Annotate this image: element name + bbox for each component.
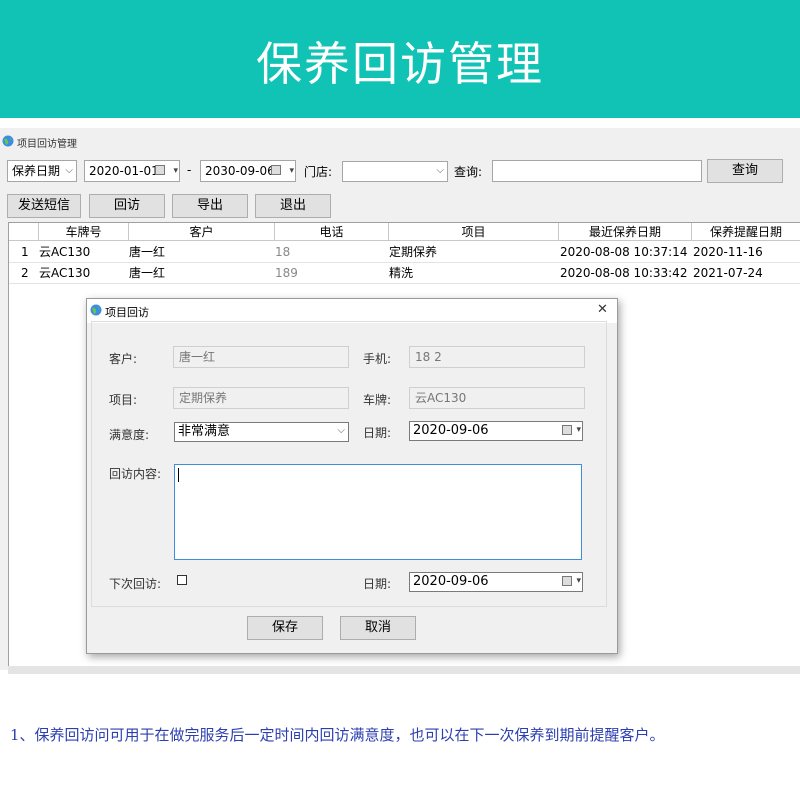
visit-button[interactable]: 回访	[89, 194, 165, 218]
chevron-down-icon: ⌵	[436, 165, 444, 176]
date-separator: -	[187, 163, 192, 177]
calendar-icon	[155, 165, 165, 175]
calendar-icon	[562, 425, 572, 435]
next-date-value: 2020-09-06	[413, 574, 489, 589]
phone-label: 手机:	[363, 352, 392, 366]
dropdown-arrow-icon: ▾	[173, 166, 178, 176]
dialog-titlebar[interactable]	[87, 299, 617, 323]
date-from-value: 2020-01-01	[89, 164, 159, 178]
calendar-icon	[562, 576, 572, 586]
date-type-value: 保养日期	[12, 164, 61, 178]
search-button[interactable]: 查询	[707, 159, 783, 183]
exit-button[interactable]: 退出	[255, 194, 331, 218]
visit-date-value: 2020-09-06	[413, 423, 489, 438]
next-date-picker[interactable]: 2020-09-06 ▾	[409, 572, 583, 592]
visit-dialog: 项目回访 ✕ 客户: 唐一红 手机: 18 2 项目: 定期保养 车牌: 云AC…	[86, 298, 618, 654]
item-field: 定期保养	[173, 387, 349, 409]
banner-title: 保养回访管理	[256, 37, 544, 91]
date-to-value: 2030-09-06	[205, 164, 275, 178]
column-header[interactable]: 电话	[275, 223, 389, 241]
customer-label: 客户:	[109, 352, 138, 366]
window-title: 项目回访管理	[17, 139, 77, 150]
plate-cell: 云AC130	[39, 245, 91, 259]
export-button[interactable]: 导出	[172, 194, 248, 218]
next-date-label: 日期:	[363, 577, 392, 591]
customer-field: 唐一红	[173, 346, 349, 368]
phone-field: 18 2	[409, 346, 585, 368]
globe-icon	[90, 304, 102, 316]
dropdown-arrow-icon: ▾	[576, 425, 581, 435]
content-label: 回访内容:	[109, 467, 162, 481]
calendar-icon	[271, 165, 281, 175]
plate-field: 云AC130	[409, 387, 585, 409]
phone-cell: 18	[275, 245, 291, 259]
plate-cell: 云AC130	[39, 266, 91, 280]
remind-date-cell: 2021-07-24	[693, 266, 763, 280]
dropdown-arrow-icon: ▾	[576, 576, 581, 586]
date-type-select[interactable]: 保养日期 ⌵	[7, 160, 77, 182]
customer-cell: 唐一红	[129, 245, 166, 259]
last-date-cell: 2020-08-08 10:37:14	[560, 245, 688, 259]
column-header[interactable]: 项目	[389, 223, 559, 241]
close-icon[interactable]: ✕	[597, 302, 608, 317]
dropdown-arrow-icon: ▾	[289, 166, 294, 176]
row-number: 2	[21, 266, 29, 280]
store-label: 门店:	[304, 165, 333, 179]
cancel-button[interactable]: 取消	[340, 616, 416, 640]
plate-label: 车牌:	[363, 393, 392, 407]
horizontal-scrollbar[interactable]	[8, 666, 800, 674]
column-header[interactable]: 保养提醒日期	[692, 223, 800, 241]
column-header[interactable]: 最近保养日期	[559, 223, 692, 241]
satisfaction-label: 满意度:	[109, 428, 150, 442]
column-header[interactable]: 客户	[129, 223, 275, 241]
column-header[interactable]: 车牌号	[39, 223, 129, 241]
date-to-picker[interactable]: 2030-09-06 ▾	[200, 160, 296, 182]
date-label: 日期:	[363, 426, 392, 440]
chevron-down-icon: ⌵	[337, 425, 345, 436]
table-row[interactable]: 2 云AC130 唐一红 189 精洗 2020-08-08 10:33:42 …	[9, 263, 800, 284]
store-select[interactable]: ⌵	[342, 161, 448, 182]
date-from-picker[interactable]: 2020-01-01 ▾	[84, 160, 180, 182]
table-row[interactable]: 1 云AC130 唐一红 18 定期保养 2020-08-08 10:37:14…	[9, 242, 800, 263]
customer-cell: 唐一红	[129, 266, 166, 280]
row-header-corner	[9, 223, 39, 241]
globe-icon	[2, 135, 14, 147]
remind-date-cell: 2020-11-16	[693, 245, 763, 259]
row-number: 1	[21, 245, 29, 259]
item-label: 项目:	[109, 393, 138, 407]
text-cursor	[178, 468, 179, 482]
last-date-cell: 2020-08-08 10:33:42	[560, 266, 688, 280]
next-visit-label: 下次回访:	[109, 577, 162, 591]
search-input[interactable]	[492, 160, 702, 182]
item-cell: 精洗	[389, 266, 414, 280]
visit-date-picker[interactable]: 2020-09-06 ▾	[409, 421, 583, 441]
satisfaction-value: 非常满意	[178, 424, 231, 439]
search-label: 查询:	[454, 165, 483, 179]
save-button[interactable]: 保存	[247, 616, 323, 640]
item-cell: 定期保养	[389, 245, 438, 259]
chevron-down-icon: ⌵	[65, 165, 73, 176]
phone-cell: 189	[275, 266, 298, 280]
content-textarea[interactable]	[174, 464, 582, 560]
dialog-title: 项目回访	[105, 306, 149, 319]
satisfaction-select[interactable]: 非常满意 ⌵	[174, 422, 349, 442]
send-sms-button[interactable]: 发送短信	[7, 194, 81, 218]
next-visit-checkbox[interactable]	[177, 575, 187, 585]
footer-note: 1、保养回访问可用于在做完服务后一定时间内回访满意度，也可以在下一次保养到期前提…	[10, 726, 665, 744]
